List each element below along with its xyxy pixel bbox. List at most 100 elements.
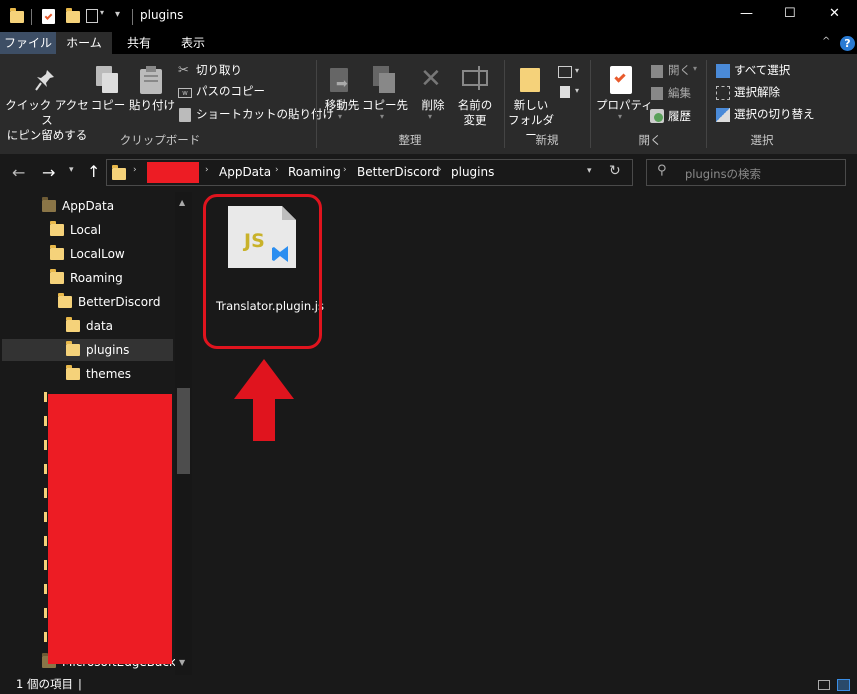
folder-icon xyxy=(50,245,64,260)
copy-path-button[interactable]: パスのコピー xyxy=(196,84,265,99)
pin-quick-access-button[interactable]: クイック アクセス にピン留めする xyxy=(4,98,90,143)
annotation-highlight-box xyxy=(203,194,322,349)
select-all-icon xyxy=(716,64,730,78)
folder-icon xyxy=(50,221,64,236)
organize-group-label: 整理 xyxy=(398,133,422,147)
tree-item-roaming[interactable]: Roaming xyxy=(50,267,170,289)
rename-button[interactable]: 名前の 変更 xyxy=(452,98,498,128)
chevron-down-icon: ▾ xyxy=(380,112,385,121)
details-view-icon[interactable] xyxy=(818,680,830,690)
easy-access-icon xyxy=(560,86,570,98)
open-group-label: 開く xyxy=(638,133,662,147)
tree-item-appdata[interactable]: AppData xyxy=(42,195,172,217)
properties-button[interactable]: プロパティ xyxy=(596,98,653,113)
folder-icon xyxy=(50,269,64,284)
breadcrumb-separator: › xyxy=(275,165,279,175)
move-to-button[interactable]: 移動先 xyxy=(320,98,364,113)
breadcrumb-appdata[interactable]: AppData xyxy=(219,165,271,179)
paste-shortcut-button[interactable]: ショートカットの貼り付け xyxy=(196,107,334,122)
search-icon: ⚲ xyxy=(657,163,667,178)
window-title: plugins xyxy=(140,8,184,22)
folder-icons-column xyxy=(44,392,47,662)
invert-selection-icon xyxy=(716,108,730,122)
scroll-up-icon[interactable]: ▲ xyxy=(179,198,185,207)
tab-share[interactable]: 共有 xyxy=(112,32,166,54)
tree-item-label: BetterDiscord xyxy=(78,295,161,309)
tab-home[interactable]: ホーム xyxy=(56,32,112,54)
folder-icon xyxy=(112,165,126,180)
chevron-down-icon: ▾ xyxy=(575,86,580,95)
breadcrumb-separator: › xyxy=(133,165,137,175)
tree-item-locallow[interactable]: LocalLow xyxy=(50,243,170,265)
tree-item-data[interactable]: data xyxy=(66,315,170,337)
search-box[interactable]: ⚲ pluginsの検索 xyxy=(646,159,846,186)
select-group-label: 選択 xyxy=(750,133,774,147)
recent-locations-icon[interactable]: ▾ xyxy=(69,165,74,175)
breadcrumb-plugins[interactable]: plugins xyxy=(451,165,494,179)
paste-button[interactable]: 貼り付け xyxy=(128,98,176,113)
new-group-label: 新規 xyxy=(535,133,559,147)
tab-file[interactable]: ファイル xyxy=(0,32,56,54)
navigation-scrollbar[interactable]: ▲ ▼ xyxy=(175,192,192,675)
forward-icon[interactable]: → xyxy=(42,163,55,182)
tree-item-betterdiscord[interactable]: BetterDiscord xyxy=(58,291,170,313)
delete-button[interactable]: 削除 xyxy=(416,98,450,113)
select-all-button[interactable]: すべて選択 xyxy=(734,63,790,78)
refresh-icon[interactable]: ↻ xyxy=(609,163,621,179)
scrollbar-thumb[interactable] xyxy=(177,388,190,474)
chevron-down-icon: ▾ xyxy=(428,112,433,121)
chevron-down-icon[interactable]: ▾ xyxy=(100,8,104,17)
quick-access-toolbar-icon[interactable] xyxy=(86,9,98,23)
new-folder-icon[interactable] xyxy=(66,8,80,23)
edit-icon xyxy=(651,87,663,100)
ribbon: クイック アクセス にピン留めする コピー 貼り付け ✂ 切り取り w パスのコ… xyxy=(0,54,857,154)
maximize-button[interactable]: ☐ xyxy=(784,6,796,21)
customize-toolbar-icon[interactable]: ▾ xyxy=(115,9,120,20)
status-bar: 1 個の項目 | xyxy=(0,675,857,694)
tree-item-themes[interactable]: themes xyxy=(66,363,170,385)
new-folder-icon xyxy=(520,68,540,92)
tree-item-local[interactable]: Local xyxy=(50,219,170,241)
collapse-ribbon-icon[interactable]: ^ xyxy=(822,36,830,47)
copy-to-button[interactable]: コピー先 xyxy=(362,98,408,113)
open-button[interactable]: 開く xyxy=(668,63,691,78)
folder-icon xyxy=(66,365,80,380)
ribbon-tabs: ファイル ホーム 共有 表示 ^ ? xyxy=(0,32,857,54)
chevron-down-icon: ▾ xyxy=(575,66,580,75)
breadcrumb-betterdiscord[interactable]: BetterDiscord xyxy=(357,165,439,179)
address-dropdown-icon[interactable]: ▾ xyxy=(587,166,592,176)
open-icon xyxy=(651,65,663,78)
history-button[interactable]: 履歴 xyxy=(668,109,691,124)
large-icons-view-icon[interactable] xyxy=(837,679,850,691)
back-icon[interactable]: ← xyxy=(12,163,25,182)
clipboard-group-label: クリップボード xyxy=(119,133,201,147)
history-icon xyxy=(650,109,664,123)
tree-item-label: LocalLow xyxy=(70,247,125,261)
title-bar: ▾ ▾ plugins — ☐ ✕ xyxy=(0,0,857,32)
properties-icon[interactable] xyxy=(42,9,55,24)
breadcrumb-separator: › xyxy=(343,165,347,175)
divider xyxy=(706,60,707,148)
copy-button[interactable]: コピー xyxy=(90,98,126,113)
folder-icon xyxy=(42,197,56,212)
address-bar[interactable]: › › AppData › Roaming › BetterDiscord › … xyxy=(106,159,633,186)
tree-item-label: themes xyxy=(86,367,132,381)
cut-button[interactable]: 切り取り xyxy=(196,63,242,78)
tree-item-label: data xyxy=(86,319,114,333)
up-icon[interactable]: ↑ xyxy=(87,162,100,181)
breadcrumb-roaming[interactable]: Roaming xyxy=(288,165,341,179)
breadcrumb-separator: › xyxy=(205,165,209,175)
invert-selection-button[interactable]: 選択の切り替え xyxy=(734,107,815,122)
redaction xyxy=(48,394,172,664)
tab-view[interactable]: 表示 xyxy=(166,32,220,54)
minimize-button[interactable]: — xyxy=(740,6,753,21)
close-button[interactable]: ✕ xyxy=(829,6,840,21)
scroll-down-icon[interactable]: ▼ xyxy=(179,658,185,667)
edit-button[interactable]: 編集 xyxy=(668,86,691,101)
tree-item-plugins[interactable]: plugins xyxy=(66,339,170,361)
annotation-arrow-icon xyxy=(234,359,294,441)
help-icon[interactable]: ? xyxy=(840,36,855,51)
select-none-button[interactable]: 選択解除 xyxy=(734,85,780,100)
folder-icon xyxy=(10,8,24,23)
scissors-icon: ✂ xyxy=(178,63,189,78)
